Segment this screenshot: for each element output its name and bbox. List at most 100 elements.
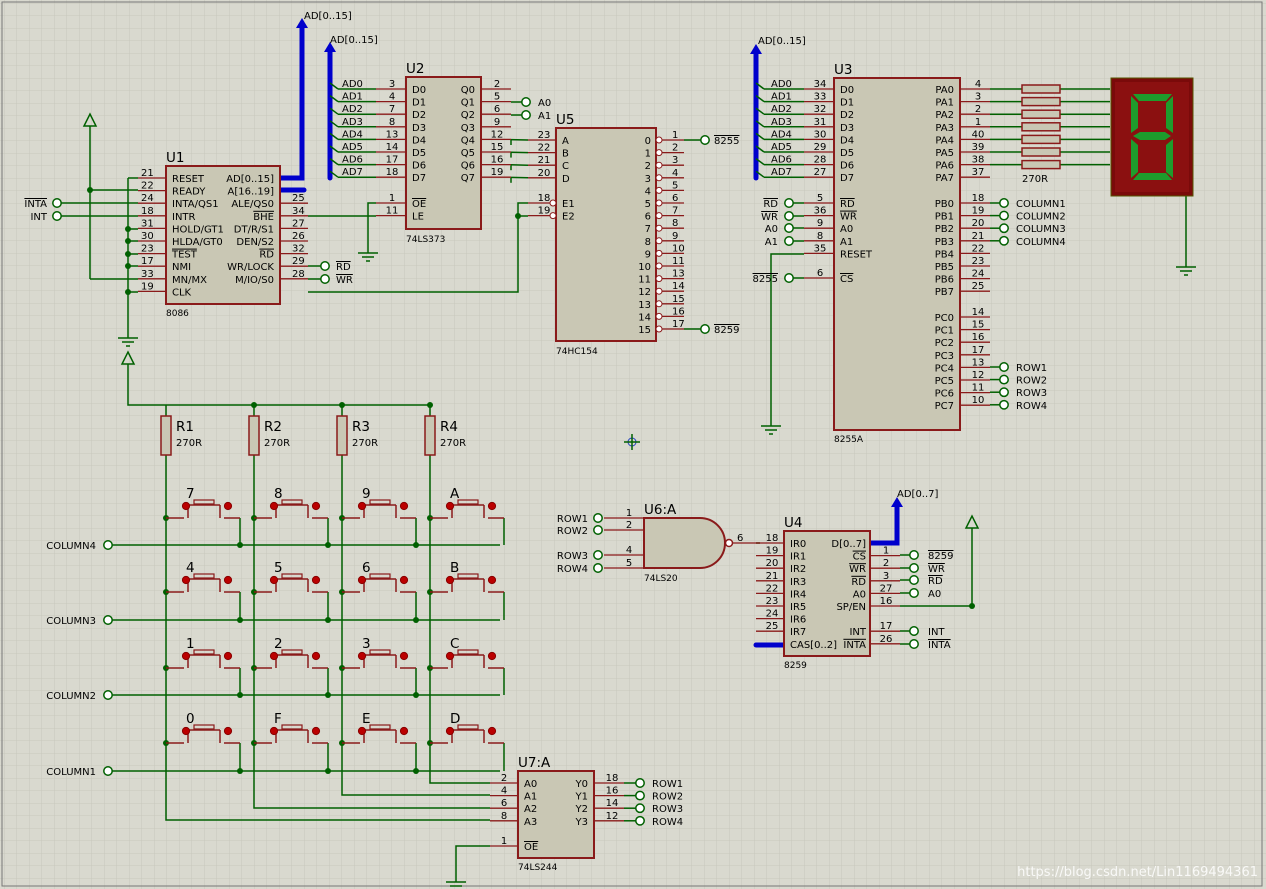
segment-d (1133, 173, 1172, 180)
pin-name: DEN/S2 (236, 237, 274, 248)
terminal-node (909, 639, 919, 649)
pin-name: PA1 (935, 98, 954, 109)
pin-number: 17 (141, 256, 154, 267)
pin-name: D2 (840, 110, 854, 121)
pin-name: PC5 (935, 376, 954, 387)
terminal-node (784, 236, 794, 246)
schematic-canvas[interactable]: U1808621RESET22READY24INTA/QS118INTR31HO… (0, 0, 1266, 889)
terminal-node (999, 235, 1009, 246)
pin-number: 18 (386, 167, 399, 178)
pin-name: A (562, 136, 569, 147)
gate-u6-ref: U6:A (644, 502, 677, 518)
pin-number: 27 (814, 167, 827, 178)
pin-name: Y3 (575, 817, 588, 828)
pin-number: 8 (501, 811, 507, 822)
chip-u1-type: 8086 (166, 309, 189, 319)
pin-name: A0 (524, 779, 537, 790)
terminal-node (635, 815, 645, 826)
pin-name: D6 (412, 161, 426, 172)
pin-number: 27 (880, 583, 893, 594)
pin-name: CS (840, 274, 853, 285)
pin-number: 3 (672, 155, 678, 166)
pin-name: PB3 (935, 237, 954, 248)
key-label: 6 (362, 560, 371, 576)
junction-dot (325, 617, 331, 623)
port-a1-u2: A1 (538, 111, 551, 122)
key-terminal (181, 501, 191, 511)
pin-number: 25 (972, 281, 985, 292)
key-label: 4 (186, 560, 195, 576)
pin-name: Q6 (461, 161, 475, 172)
pin-number: 31 (141, 218, 154, 229)
chip-u7-ref: U7:A (518, 755, 551, 771)
terminal-node (909, 550, 919, 560)
pin-number: 15 (491, 142, 504, 153)
port-u4-int: INT (928, 627, 945, 638)
ad-label-u3: AD7 (771, 167, 792, 178)
key-terminal (269, 651, 279, 661)
pin-name: PB5 (935, 262, 954, 273)
pin-number: 28 (814, 155, 827, 166)
pin-number: 34 (814, 79, 827, 90)
key-terminal (181, 651, 191, 661)
pin-name: D7 (412, 173, 426, 184)
pin-name: Q5 (461, 148, 475, 159)
key-terminal (445, 501, 455, 511)
pin-number: 13 (972, 357, 985, 368)
inversion-bubble (655, 275, 663, 283)
port-row-u3: ROW2 (1016, 376, 1047, 387)
pin-number: 24 (141, 193, 154, 204)
port-8259-out: 8259 (714, 325, 739, 336)
pin-number: 20 (766, 558, 779, 569)
ad-label-u3: AD5 (771, 142, 792, 153)
pin-name: INTR (172, 212, 196, 223)
terminal-node (700, 324, 710, 334)
junction-dot (969, 603, 975, 609)
key-label: 8 (274, 486, 283, 502)
pin-number: 8 (672, 218, 678, 229)
pin-name: D3 (840, 123, 854, 134)
pin-name: 1 (645, 149, 651, 160)
terminal-node (909, 626, 919, 636)
key-terminal (181, 726, 191, 736)
pin-name: D5 (412, 148, 426, 159)
seg-resistor (1021, 84, 1061, 94)
chip-u7-type: 74LS244 (518, 863, 558, 873)
pin-name: OE (524, 842, 538, 853)
pin-name: PC7 (935, 401, 954, 412)
inversion-bubble (549, 212, 557, 220)
pin-name: IR2 (790, 564, 806, 575)
pin-number: 4 (672, 168, 678, 179)
pin-number: 29 (292, 256, 305, 267)
pin-number: 8 (817, 231, 823, 242)
ad-label-u2: AD0 (342, 79, 363, 90)
key-terminal (357, 501, 367, 511)
port-row-u7: ROW2 (652, 792, 683, 803)
pin-name: B (562, 149, 569, 160)
pin-name: OE (412, 199, 426, 210)
bus-label-ad15-left: AD[0..15] (304, 11, 352, 22)
pin-number: 10 (972, 395, 985, 406)
pin-name: RESET (172, 174, 205, 185)
port-row-u7: ROW3 (652, 804, 683, 815)
pin-name: RD (259, 250, 274, 261)
pin-number: 22 (972, 243, 985, 254)
key-label: F (274, 711, 282, 727)
pin-number: 13 (672, 269, 685, 280)
pin-number: 26 (880, 634, 893, 645)
port-row-u6: ROW1 (557, 514, 588, 525)
pin-number: 9 (494, 117, 500, 128)
key-terminal (223, 651, 233, 661)
pin-name: MN/MX (172, 275, 207, 286)
pin-name: E1 (562, 199, 575, 210)
pin-number: 21 (972, 231, 985, 242)
pin-number: 21 (538, 155, 551, 166)
pin-number: 14 (672, 281, 685, 292)
junction-dot (413, 692, 419, 698)
pin-number: 8 (389, 117, 395, 128)
pin-number: 17 (386, 155, 399, 166)
pin-number: 11 (972, 383, 985, 394)
pin-number: 4 (975, 79, 981, 90)
pin-name: Q4 (461, 135, 475, 146)
pullup-resistor (424, 415, 436, 456)
